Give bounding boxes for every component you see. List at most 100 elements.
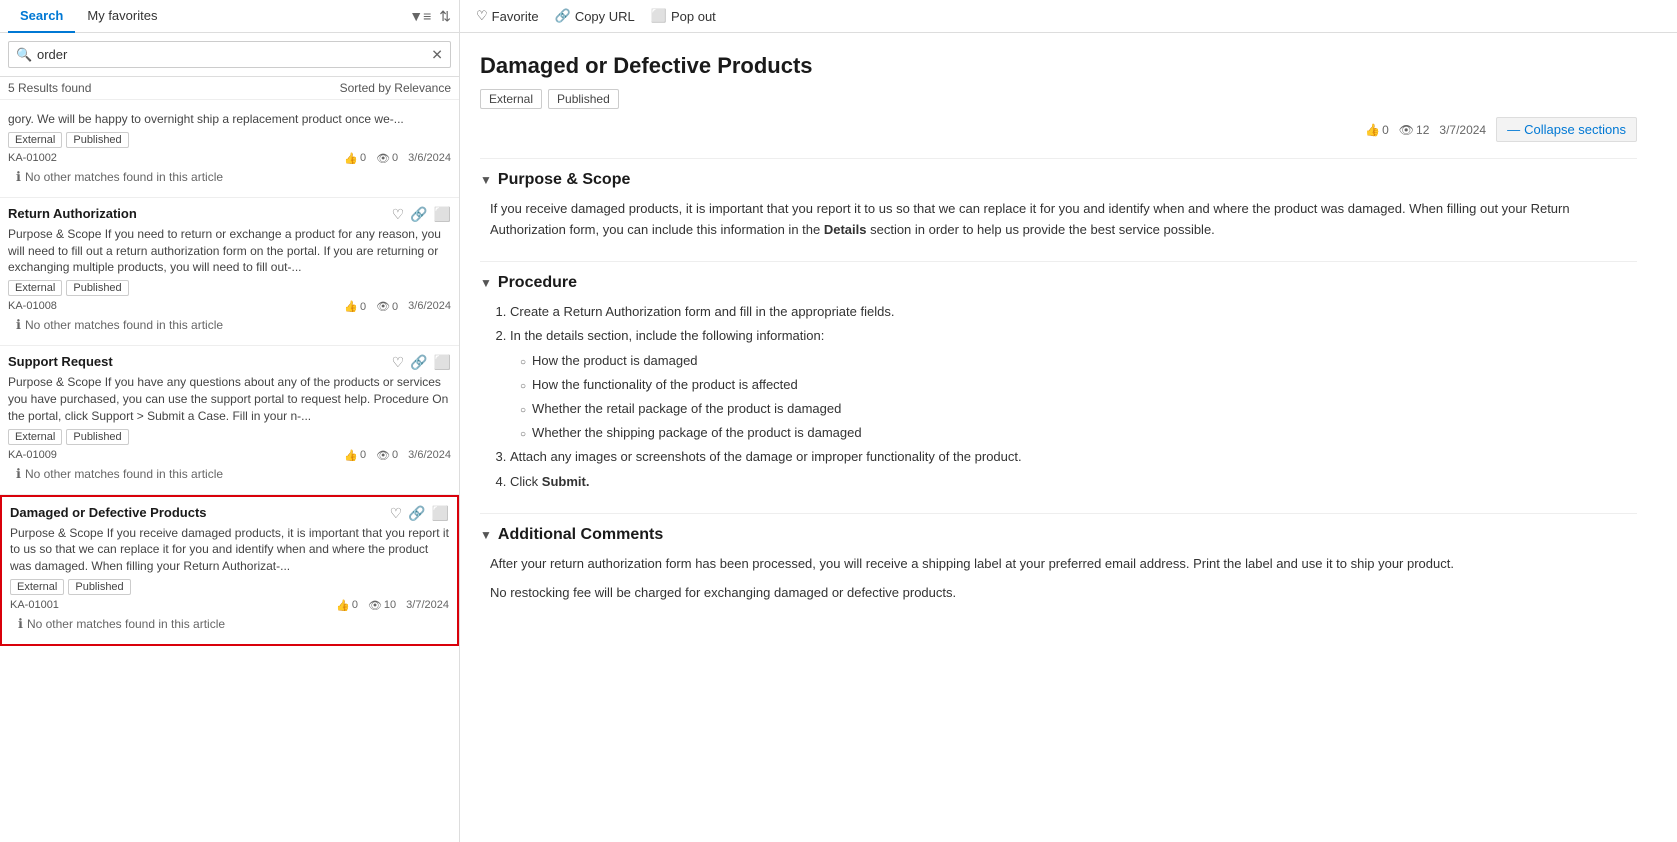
section-title-purpose: Purpose & Scope	[498, 171, 630, 189]
section-header-purpose[interactable]: ▼ Purpose & Scope	[480, 171, 1637, 189]
filter-icon[interactable]: ▼≡	[409, 8, 431, 24]
heart-icon: ♡	[476, 8, 488, 24]
result-meta: KA-01001 👍 0 👁 10 3/7/2024	[10, 599, 449, 612]
result-likes: 👍 0	[344, 300, 366, 313]
sub-item-3: Whether the retail package of the produc…	[520, 399, 1637, 420]
popout-icon: ⬜	[651, 8, 667, 24]
favorite-icon[interactable]: ♡	[392, 354, 405, 371]
tab-search[interactable]: Search	[8, 0, 75, 33]
procedure-step-2: In the details section, include the foll…	[510, 326, 1637, 443]
result-date: 3/6/2024	[408, 300, 451, 313]
result-actions: ♡ 🔗 ⬜	[392, 206, 451, 223]
result-title[interactable]: Support Request	[8, 354, 113, 369]
result-views: 👁 0	[376, 300, 398, 313]
list-item: Support Request ♡ 🔗 ⬜ Purpose & Scope If…	[0, 346, 459, 494]
result-stats: 👍 0 👁 0 3/6/2024	[344, 449, 451, 462]
copy-label: Copy URL	[575, 9, 635, 24]
chevron-down-icon: ▼	[480, 173, 492, 187]
tag-external: External	[8, 280, 62, 296]
section-header-procedure[interactable]: ▼ Procedure	[480, 274, 1637, 292]
purpose-text: If you receive damaged products, it is i…	[490, 199, 1637, 241]
comment-line-2: No restocking fee will be charged for ex…	[490, 583, 1637, 604]
divider	[480, 158, 1637, 159]
tab-favorites[interactable]: My favorites	[75, 0, 169, 33]
search-bar-container: 🔍 ✕	[0, 33, 459, 77]
result-snippet: gory. We will be happy to overnight ship…	[8, 111, 451, 128]
article-tag-external: External	[480, 89, 542, 109]
sub-item-4: Whether the shipping package of the prod…	[520, 423, 1637, 444]
copy-icon: 🔗	[555, 8, 571, 24]
article-tag-published: Published	[548, 89, 619, 109]
share-icon[interactable]: 🔗	[410, 206, 427, 223]
section-comments: ▼ Additional Comments After your return …	[480, 526, 1637, 604]
popout-button[interactable]: ⬜ Pop out	[651, 8, 716, 24]
result-date: 3/6/2024	[408, 152, 451, 165]
popout-icon[interactable]: ⬜	[432, 505, 449, 522]
tag-external: External	[8, 132, 62, 148]
result-title[interactable]: Return Authorization	[8, 206, 137, 221]
result-date: 3/7/2024	[406, 599, 449, 612]
info-icon: ℹ	[16, 169, 21, 185]
tag-published: Published	[66, 132, 128, 148]
info-icon: ℹ	[16, 317, 21, 333]
tabs-bar: Search My favorites ▼≡ ⇅	[0, 0, 459, 33]
popout-icon[interactable]: ⬜	[434, 206, 451, 223]
result-tags: External Published	[8, 429, 451, 445]
search-input[interactable]	[8, 41, 451, 68]
procedure-step-1: Create a Return Authorization form and f…	[510, 302, 1637, 323]
chevron-down-icon: ▼	[480, 276, 492, 290]
result-title[interactable]: Damaged or Defective Products	[10, 505, 207, 520]
tag-external: External	[8, 429, 62, 445]
article-tags: External Published	[480, 89, 1637, 109]
results-list: gory. We will be happy to overnight ship…	[0, 100, 459, 842]
comment-line-1: After your return authorization form has…	[490, 554, 1637, 575]
popout-icon[interactable]: ⬜	[434, 354, 451, 371]
tag-published: Published	[66, 280, 128, 296]
result-likes: 👍 0	[336, 599, 358, 612]
result-tags: External Published	[8, 280, 451, 296]
result-header: Damaged or Defective Products ♡ 🔗 ⬜	[10, 505, 449, 522]
section-header-comments[interactable]: ▼ Additional Comments	[480, 526, 1637, 544]
section-body-comments: After your return authorization form has…	[480, 554, 1637, 604]
article-views: 👁 12	[1399, 123, 1430, 137]
list-item: Return Authorization ♡ 🔗 ⬜ Purpose & Sco…	[0, 198, 459, 346]
info-icon: ℹ	[18, 616, 23, 632]
sub-item-2: How the functionality of the product is …	[520, 375, 1637, 396]
article-likes: 👍 0	[1365, 123, 1389, 137]
section-purpose: ▼ Purpose & Scope If you receive damaged…	[480, 171, 1637, 241]
result-views: 👁 10	[368, 599, 396, 612]
collapse-sections-button[interactable]: — Collapse sections	[1496, 117, 1637, 142]
result-stats: 👍 0 👁 10 3/7/2024	[336, 599, 449, 612]
search-icon: 🔍	[16, 47, 32, 63]
result-snippet: Purpose & Scope If you need to return or…	[8, 226, 451, 276]
result-header: Return Authorization ♡ 🔗 ⬜	[8, 206, 451, 223]
no-match-notice: ℹ No other matches found in this article	[8, 462, 451, 486]
result-stats: 👍 0 👁 0 3/6/2024	[344, 300, 451, 313]
section-title-comments: Additional Comments	[498, 526, 663, 544]
article-meta-right: 👍 0 👁 12 3/7/2024 — Collapse sections	[1365, 117, 1637, 142]
favorite-icon[interactable]: ♡	[390, 505, 403, 522]
section-title-procedure: Procedure	[498, 274, 577, 292]
sort-icon[interactable]: ⇅	[439, 8, 451, 25]
result-meta: KA-01008 👍 0 👁 0 3/6/2024	[8, 300, 451, 313]
info-icon: ℹ	[16, 466, 21, 482]
article-date: 3/7/2024	[1439, 123, 1486, 137]
share-icon[interactable]: 🔗	[410, 354, 427, 371]
copy-url-button[interactable]: 🔗 Copy URL	[555, 8, 635, 24]
sub-item-1: How the product is damaged	[520, 351, 1637, 372]
favorite-button[interactable]: ♡ Favorite	[476, 8, 539, 24]
section-body-procedure: Create a Return Authorization form and f…	[480, 302, 1637, 493]
result-snippet: Purpose & Scope If you have any question…	[8, 374, 451, 424]
result-meta: KA-01009 👍 0 👁 0 3/6/2024	[8, 449, 451, 462]
popout-label: Pop out	[671, 9, 716, 24]
favorite-icon[interactable]: ♡	[392, 206, 405, 223]
result-views: 👁 0	[376, 449, 398, 462]
result-tags: External Published	[10, 579, 449, 595]
procedure-step-3: Attach any images or screenshots of the …	[510, 447, 1637, 468]
share-icon[interactable]: 🔗	[408, 505, 425, 522]
clear-search-button[interactable]: ✕	[431, 46, 443, 63]
right-toolbar: ♡ Favorite 🔗 Copy URL ⬜ Pop out	[460, 0, 1677, 33]
result-likes: 👍 0	[344, 152, 366, 165]
divider	[480, 513, 1637, 514]
result-date: 3/6/2024	[408, 449, 451, 462]
